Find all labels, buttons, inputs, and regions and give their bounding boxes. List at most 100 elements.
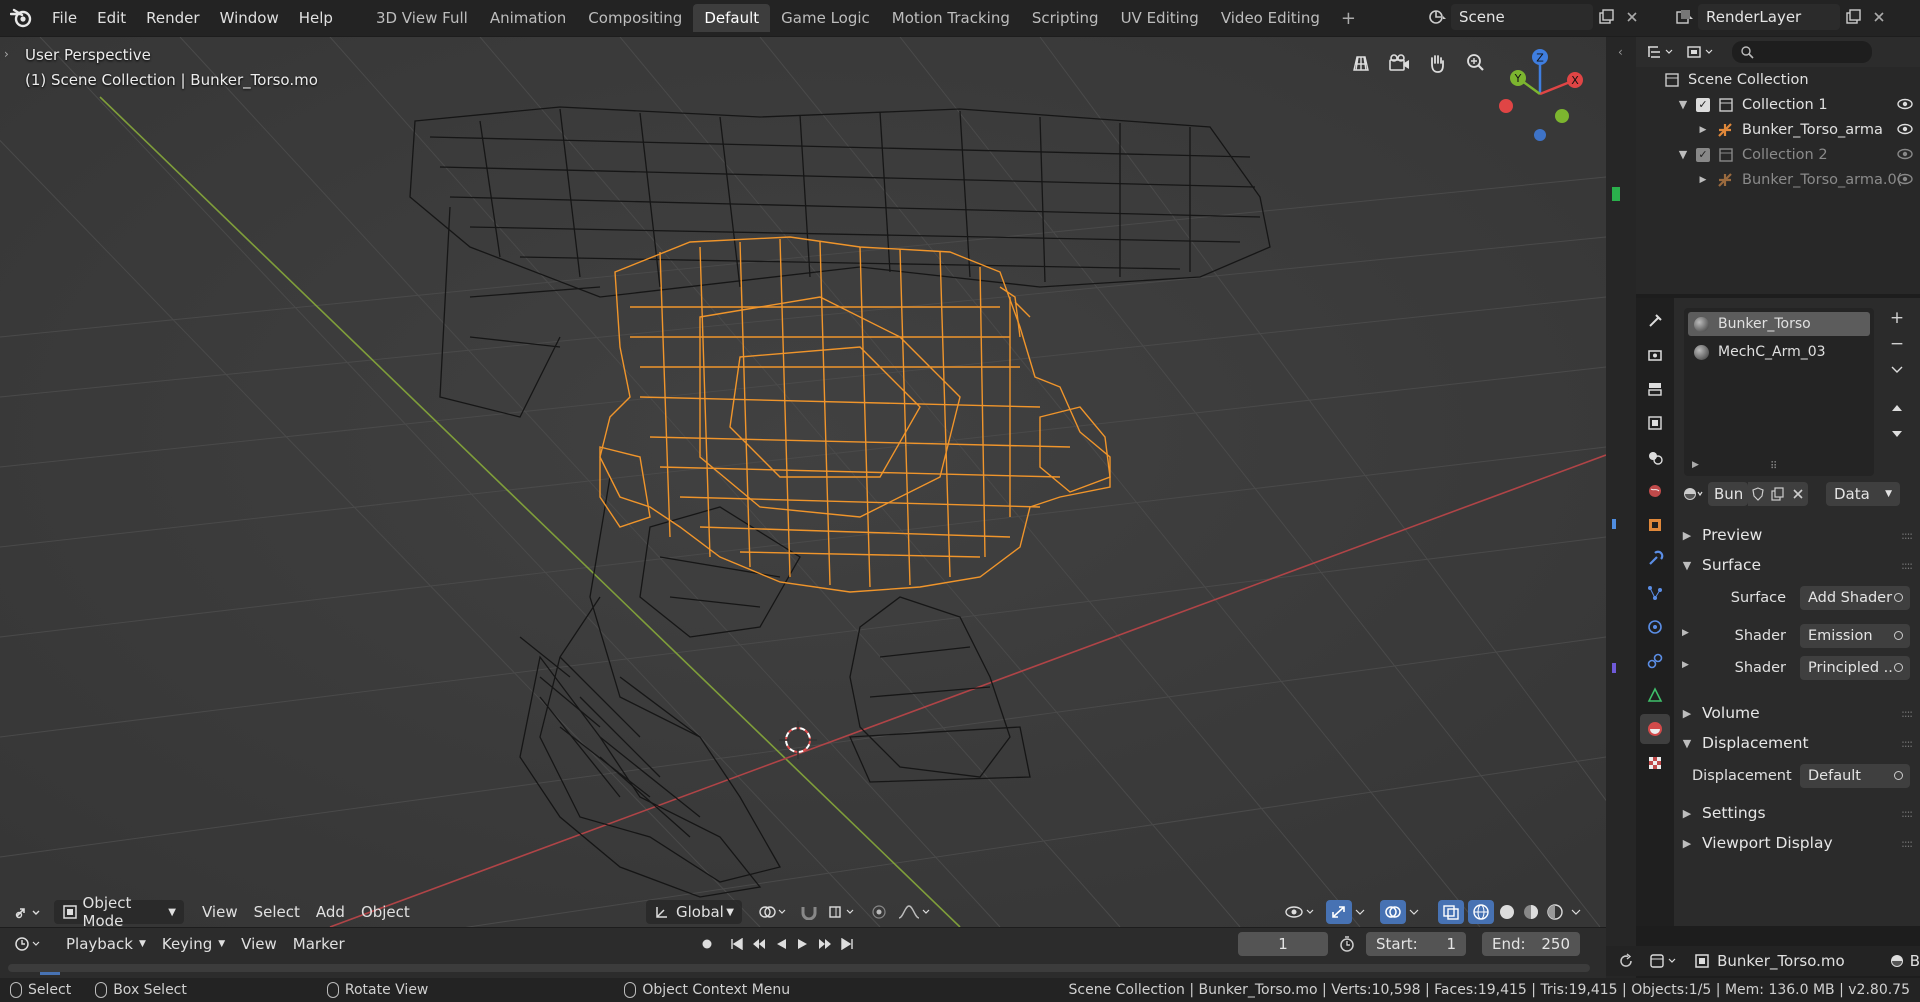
delete-scene-icon[interactable] [1619, 4, 1645, 30]
expand-arrow-icon[interactable]: ▶ [1682, 660, 1689, 670]
collapse-arrow-icon[interactable]: ▼ [1674, 148, 1692, 161]
world-tab-icon[interactable] [1640, 476, 1670, 506]
zoom-icon[interactable] [1459, 47, 1491, 79]
panel-volume[interactable]: ▶ Volume:::: [1674, 698, 1920, 728]
drag-grip-icon[interactable]: :::: [1901, 737, 1913, 750]
perspective-toggle-icon[interactable] [1345, 47, 1377, 79]
tab-motion-tracking[interactable]: Motion Tracking [881, 4, 1021, 32]
outliner-editor-type-icon[interactable] [1644, 40, 1680, 64]
move-slot-down-icon[interactable] [1886, 422, 1908, 446]
shader2-field[interactable]: Principled .. [1800, 656, 1910, 680]
current-frame-field[interactable]: 1 [1238, 932, 1328, 956]
constraints-tab-icon[interactable] [1640, 646, 1670, 676]
tab-default[interactable]: Default [693, 4, 771, 32]
panel-surface[interactable]: ▼ Surface:::: [1674, 550, 1920, 580]
new-render-layer-icon[interactable] [1840, 4, 1866, 30]
menu-add[interactable]: Add [308, 900, 353, 924]
output-tab-icon[interactable] [1640, 374, 1670, 404]
outliner-item-armature-1[interactable]: ▶ Bunker_Torso_arma [1636, 117, 1920, 142]
scene-tab-icon[interactable] [1640, 442, 1670, 472]
expand-arrow-icon[interactable]: ▶ [1694, 175, 1712, 185]
drag-grip-icon[interactable]: :::: [1901, 559, 1913, 572]
outliner-item-armature-2[interactable]: ▶ Bunker_Torso_arma.0( [1636, 167, 1920, 192]
remove-slot-button[interactable]: − [1886, 332, 1908, 356]
pivot-point-icon[interactable] [754, 900, 790, 924]
material-browse-icon[interactable] [1680, 482, 1706, 506]
show-gizmo-icon[interactable] [1326, 900, 1352, 924]
material-tab-icon[interactable] [1640, 714, 1670, 744]
visibility-selectability-icon[interactable] [1282, 900, 1318, 924]
proportional-editing-icon[interactable] [866, 900, 892, 924]
outliner-scene-collection[interactable]: Scene Collection [1636, 67, 1920, 92]
playback-menu[interactable]: Playback ▼ [58, 932, 154, 956]
drag-grip-icon[interactable]: :::: [1901, 529, 1913, 542]
3d-viewport[interactable]: User Perspective (1) Scene Collection | … [0, 37, 1606, 927]
display-mode-icon[interactable] [1684, 40, 1720, 64]
material-name-field[interactable]: Bun [1708, 482, 1748, 506]
scene-browse-icon[interactable] [1425, 4, 1451, 30]
render-tab-icon[interactable] [1640, 340, 1670, 370]
falloff-icon[interactable] [894, 900, 934, 924]
menu-edit[interactable]: Edit [87, 0, 136, 36]
tab-uv-editing[interactable]: UV Editing [1110, 4, 1210, 32]
duplicate-material-icon[interactable] [1768, 482, 1788, 506]
eye-icon[interactable] [1896, 172, 1914, 186]
camera-view-icon[interactable] [1383, 47, 1415, 79]
outliner-search-input[interactable] [1732, 41, 1872, 63]
menu-help[interactable]: Help [289, 0, 343, 36]
transform-orientation-dropdown[interactable]: Global ▼ [646, 900, 742, 924]
add-slot-button[interactable]: + [1886, 306, 1908, 330]
refresh-icon[interactable] [1614, 949, 1638, 973]
panel-displacement[interactable]: ▼ Displacement:::: [1674, 728, 1920, 758]
panel-viewport-display[interactable]: ▶ Viewport Display:::: [1674, 828, 1920, 858]
pan-hand-icon[interactable] [1421, 47, 1453, 79]
texture-tab-icon[interactable] [1640, 748, 1670, 778]
navigation-gizmo[interactable]: Z X Y [1488, 42, 1588, 142]
physics-tab-icon[interactable] [1640, 612, 1670, 642]
tab-compositing[interactable]: Compositing [577, 4, 693, 32]
menu-select[interactable]: Select [246, 900, 308, 924]
timeline-scrollbar[interactable] [8, 964, 1590, 972]
expand-arrow-icon[interactable]: ▶ [1694, 125, 1712, 135]
particles-tab-icon[interactable] [1640, 578, 1670, 608]
tab-animation[interactable]: Animation [479, 4, 577, 32]
editor-type-icon[interactable] [6, 900, 48, 924]
menu-file[interactable]: File [42, 0, 87, 36]
outliner-item-collection-1[interactable]: ▼ ✓ Collection 1 [1636, 92, 1920, 117]
render-layer-browse-icon[interactable] [1672, 4, 1698, 30]
record-icon[interactable] [696, 932, 718, 956]
gizmo-neg-z-icon[interactable] [1534, 129, 1546, 141]
checkbox-icon[interactable]: ✓ [1696, 97, 1710, 112]
list-resize-grip-icon[interactable]: ⠿ [1770, 461, 1777, 472]
list-expand-icon[interactable]: ▶ [1692, 460, 1699, 470]
play-icon[interactable] [792, 932, 814, 956]
object-data-tab-icon[interactable] [1640, 680, 1670, 710]
shader1-field[interactable]: Emission [1800, 624, 1910, 648]
fake-user-shield-icon[interactable] [1748, 482, 1768, 506]
view-layer-tab-icon[interactable] [1640, 408, 1670, 438]
prev-keyframe-icon[interactable] [748, 932, 770, 956]
new-scene-icon[interactable] [1593, 4, 1619, 30]
material-slot-bunker-torso[interactable]: Bunker_Torso [1688, 312, 1870, 336]
eye-icon[interactable] [1896, 122, 1914, 136]
panel-settings[interactable]: ▶ Settings:::: [1674, 798, 1920, 828]
drag-grip-icon[interactable]: :::: [1901, 837, 1913, 850]
delete-render-layer-icon[interactable] [1866, 4, 1892, 30]
shading-solid-icon[interactable] [1494, 900, 1520, 924]
surface-shader-field[interactable]: Add Shader [1800, 586, 1910, 610]
menu-view[interactable]: View [194, 900, 246, 924]
shading-material-icon[interactable] [1518, 900, 1544, 924]
tab-scripting[interactable]: Scripting [1021, 4, 1110, 32]
jump-end-icon[interactable] [836, 932, 858, 956]
unlink-material-icon[interactable] [1788, 482, 1808, 506]
add-workspace-button[interactable]: + [1331, 8, 1366, 29]
shading-rendered-icon[interactable] [1542, 900, 1568, 924]
outliner-item-collection-2[interactable]: ▼ ✓ Collection 2 [1636, 142, 1920, 167]
shading-dropdown-icon[interactable] [1568, 900, 1584, 924]
overlays-dropdown-icon[interactable] [1406, 900, 1422, 924]
gizmo-dropdown-icon[interactable] [1352, 900, 1368, 924]
gizmo-neg-y-icon[interactable] [1555, 109, 1569, 123]
tab-video-editing[interactable]: Video Editing [1210, 4, 1331, 32]
object-mode-dropdown[interactable]: Object Mode ▼ [54, 894, 184, 927]
snap-target-icon[interactable] [824, 900, 860, 924]
